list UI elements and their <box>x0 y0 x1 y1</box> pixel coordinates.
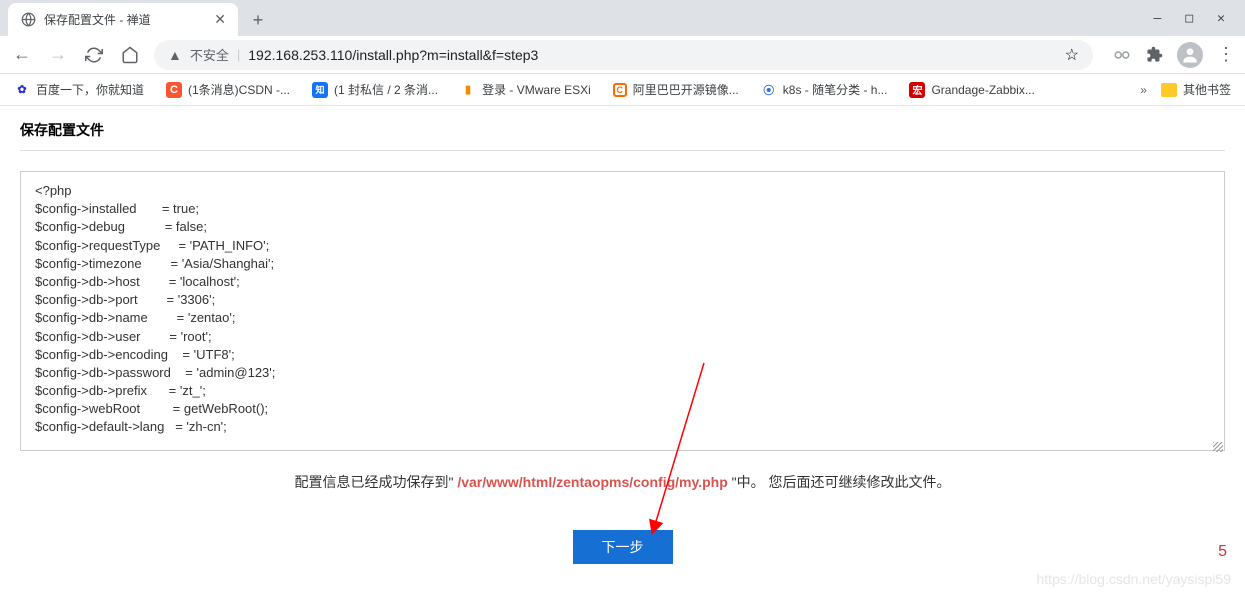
config-path: /var/www/html/zentaopms/config/my.php <box>457 474 727 490</box>
maximize-button[interactable]: □ <box>1185 11 1193 26</box>
bookmark-csdn[interactable]: C(1条消息)CSDN -... <box>166 81 290 98</box>
page-title: 保存配置文件 <box>20 120 1225 140</box>
back-button[interactable]: ← <box>10 43 34 67</box>
profile-avatar[interactable] <box>1177 42 1203 68</box>
status-message: 配置信息已经成功保存到" /var/www/html/zentaopms/con… <box>20 472 1225 492</box>
reload-button[interactable] <box>82 43 106 67</box>
window-controls: — □ ✕ <box>1134 0 1245 36</box>
folder-icon <box>1161 83 1177 97</box>
bookmark-zabbix[interactable]: 宏Grandage-Zabbix... <box>909 82 1034 98</box>
new-tab-button[interactable]: + <box>244 6 272 34</box>
browser-tab[interactable]: 保存配置文件 - 禅道 ✕ <box>8 3 238 36</box>
chrome-menu-icon[interactable]: ⋮ <box>1217 44 1235 65</box>
watermark: https://blog.csdn.net/yaysispi59 <box>1036 571 1231 587</box>
bookmark-zhihu[interactable]: 知(1 封私信 / 2 条消... <box>312 81 438 98</box>
link-icon[interactable] <box>1113 46 1131 64</box>
tab-title: 保存配置文件 - 禅道 <box>44 11 206 28</box>
bookmarks-bar: ✿百度一下，你就知道 C(1条消息)CSDN -... 知(1 封私信 / 2 … <box>0 74 1245 106</box>
address-bar[interactable]: ▲ 不安全 | 192.168.253.110/install.php?m=in… <box>154 40 1093 70</box>
bookmark-baidu[interactable]: ✿百度一下，你就知道 <box>14 81 144 98</box>
forward-button[interactable]: → <box>46 43 70 67</box>
config-textarea[interactable] <box>20 171 1225 451</box>
divider-line <box>20 150 1225 151</box>
close-tab-icon[interactable]: ✕ <box>214 11 226 28</box>
security-label: 不安全 <box>190 45 229 64</box>
bookmarks-overflow-icon[interactable]: » <box>1140 83 1147 97</box>
bookmark-star-icon[interactable]: ☆ <box>1065 45 1079 65</box>
close-window-button[interactable]: ✕ <box>1217 11 1225 26</box>
extensions-icon[interactable] <box>1145 46 1163 64</box>
tab-bar: 保存配置文件 - 禅道 ✕ + — □ ✕ <box>0 0 1245 36</box>
home-button[interactable] <box>118 43 142 67</box>
warning-icon: ▲ <box>168 47 182 63</box>
browser-toolbar: ← → ▲ 不安全 | 192.168.253.110/install.php?… <box>0 36 1245 74</box>
page-content: 保存配置文件 配置信息已经成功保存到" /var/www/html/zentao… <box>0 106 1245 578</box>
bookmark-k8s[interactable]: ⦿k8s - 随笔分类 - h... <box>761 81 888 98</box>
bookmark-alibaba[interactable]: C阿里巴巴开源镜像... <box>613 81 739 98</box>
bookmark-other-folder[interactable]: 其他书签 <box>1161 81 1231 98</box>
bookmark-vmware[interactable]: ▮登录 - VMware ESXi <box>460 81 591 98</box>
page-number-annotation: 5 <box>1218 543 1227 561</box>
next-step-button[interactable]: 下一步 <box>573 530 673 564</box>
globe-icon <box>20 12 36 28</box>
minimize-button[interactable]: — <box>1154 11 1162 26</box>
url-text: 192.168.253.110/install.php?m=install&f=… <box>248 47 538 63</box>
